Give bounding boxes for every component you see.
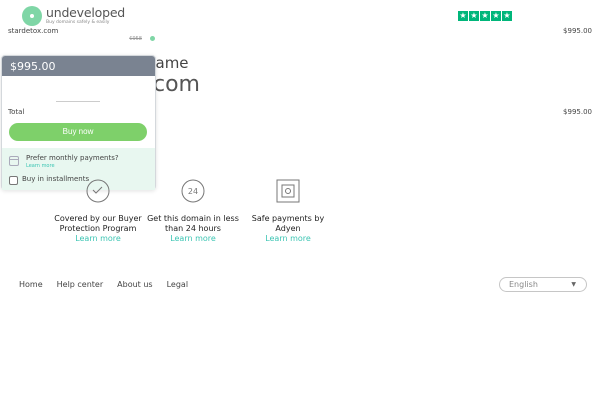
- footer-link-legal[interactable]: Legal: [167, 280, 188, 289]
- star-icon: ★: [469, 11, 479, 21]
- clock-24-icon: 24: [181, 179, 205, 203]
- feature-title: Covered by our Buyer Protection Program: [54, 214, 142, 233]
- star-icon: ★: [480, 11, 490, 21]
- star-icon: ★: [491, 11, 501, 21]
- language-select[interactable]: English ▼: [499, 277, 587, 292]
- language-value: English: [509, 280, 538, 289]
- line-item-price: $995.00: [563, 27, 592, 35]
- feature-title: Safe payments by Adyen: [251, 214, 325, 233]
- footer-link-about-us[interactable]: About us: [117, 280, 152, 289]
- trustpilot-rating[interactable]: ★ ★ ★ ★ ★: [458, 11, 513, 21]
- feature-safe-payments: Safe payments by Adyen Learn more: [238, 178, 338, 244]
- logo-name: undeveloped: [46, 5, 126, 20]
- feature-fast-transfer: 24 Get this domain in less than 24 hours…: [143, 178, 243, 244]
- learn-more-link[interactable]: Learn more: [143, 234, 243, 244]
- installments-checkbox[interactable]: [9, 176, 18, 185]
- total-price: $995.00: [563, 108, 592, 116]
- total-row: Total $995.00: [8, 108, 592, 116]
- learn-more-link[interactable]: Learn more: [26, 163, 55, 169]
- footer-link-help-center[interactable]: Help center: [57, 280, 104, 289]
- calendar-icon: [9, 156, 19, 166]
- chevron-down-icon: ▼: [571, 281, 576, 288]
- info-icon[interactable]: [150, 36, 155, 41]
- svg-text:24: 24: [188, 187, 198, 196]
- monthly-payments-label: Prefer monthly payments?: [26, 154, 119, 162]
- checkout-price: $995.00: [2, 56, 155, 76]
- divider: [56, 101, 100, 102]
- footer-link-home[interactable]: Home: [19, 280, 43, 289]
- star-icon: ★: [458, 11, 468, 21]
- eur-price: €958: [129, 36, 142, 42]
- footer-nav: Home Help center About us Legal: [19, 280, 202, 289]
- safe-icon: [276, 179, 300, 203]
- line-item-domain: stardetox.com: [8, 27, 59, 35]
- line-item: stardetox.com $995.00: [8, 27, 592, 35]
- total-label: Total: [8, 108, 25, 116]
- logo-icon: [22, 6, 42, 26]
- shield-icon: [86, 179, 110, 203]
- feature-buyer-protection: Covered by our Buyer Protection Program …: [48, 178, 148, 244]
- learn-more-link[interactable]: Learn more: [238, 234, 338, 244]
- star-icon: ★: [502, 11, 512, 21]
- feature-title: Get this domain in less than 24 hours: [147, 214, 239, 233]
- learn-more-link[interactable]: Learn more: [48, 234, 148, 244]
- logo[interactable]: undeveloped Buy domains safely & easily: [22, 6, 125, 26]
- logo-tagline: Buy domains safely & easily: [46, 19, 110, 25]
- buy-now-button[interactable]: Buy now: [9, 123, 147, 141]
